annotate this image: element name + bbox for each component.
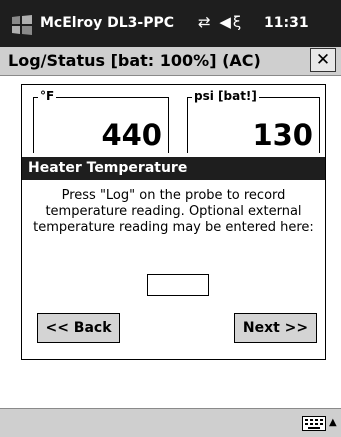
temperature-unit-label: °F — [38, 89, 57, 103]
pressure-value: 130 — [252, 118, 313, 152]
app-name: McElroy DL3-PPC — [40, 15, 175, 31]
pressure-gauge: psi [bat!] 130 — [187, 89, 320, 153]
temperature-value: 440 — [101, 118, 162, 152]
external-temperature-input[interactable] — [147, 274, 209, 296]
temperature-gauge: °F 440 — [33, 89, 169, 153]
status-bar: McElroy DL3-PPC ⇄ ◀ξ 11:31 — [0, 0, 341, 47]
title-bar: Log/Status [bat: 100%] (AC) ✕ — [0, 47, 341, 76]
connectivity-icon[interactable]: ⇄ — [198, 13, 213, 31]
input-panel-arrow-icon[interactable]: ▲ — [329, 417, 337, 428]
window-title: Log/Status [bat: 100%] (AC) — [8, 51, 261, 70]
close-button[interactable]: ✕ — [310, 48, 336, 72]
volume-icon[interactable]: ◀ξ — [219, 13, 243, 31]
section-header: Heater Temperature — [22, 157, 325, 180]
log-status-panel: °F 440 psi [bat!] 130 Heater Temperature… — [21, 84, 326, 360]
pressure-unit-label: psi [bat!] — [192, 89, 259, 103]
keyboard-icon[interactable] — [302, 416, 326, 431]
next-button[interactable]: Next >> — [234, 313, 317, 343]
instructions-text: Press "Log" on the probe to record tempe… — [33, 188, 314, 235]
clock[interactable]: 11:31 — [264, 15, 309, 31]
command-bar: ▲ — [0, 408, 341, 437]
windows-start-icon[interactable] — [9, 14, 35, 36]
back-button[interactable]: << Back — [37, 313, 120, 343]
section-heading: Heater Temperature — [28, 160, 188, 176]
